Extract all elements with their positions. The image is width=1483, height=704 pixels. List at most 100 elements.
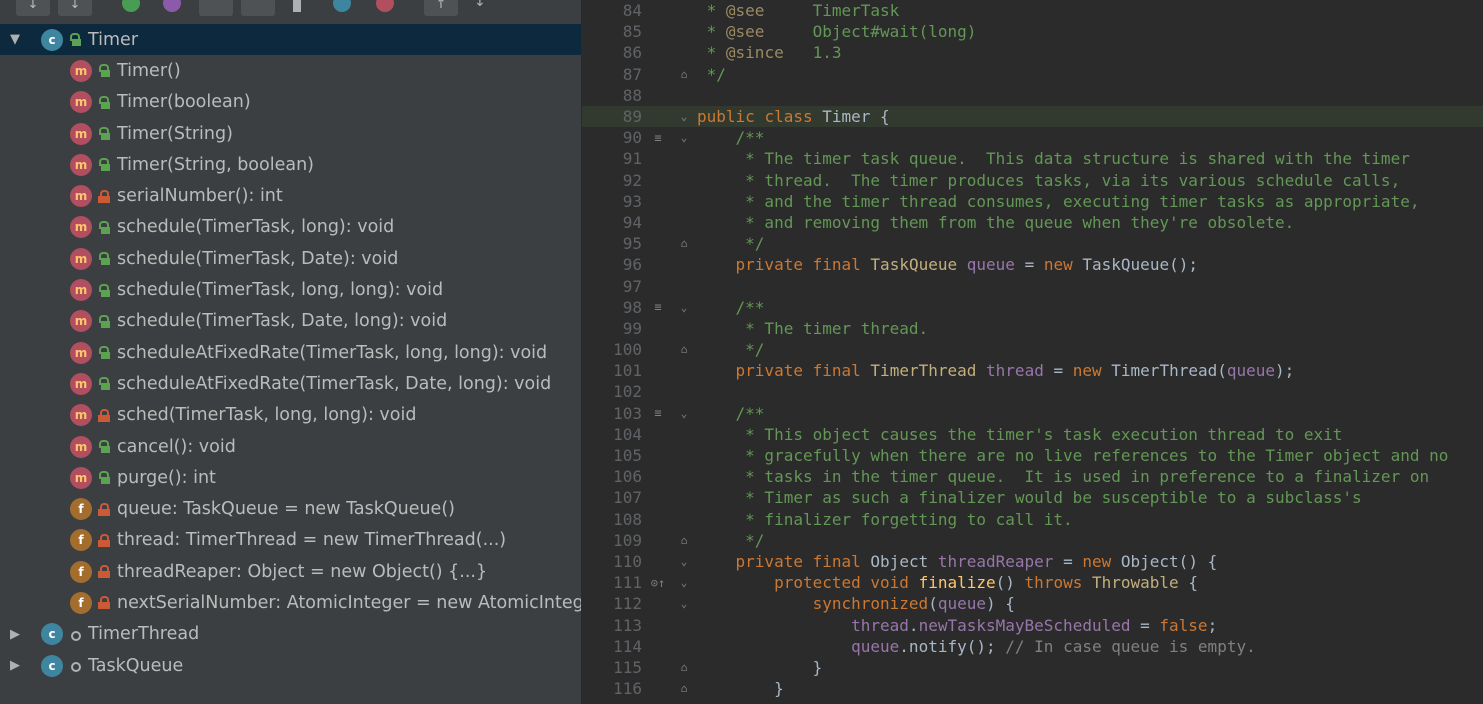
tree-item-label: TimerThread bbox=[88, 624, 200, 645]
method-icon: m bbox=[70, 404, 92, 427]
code-line[interactable]: 109 ⌂ */ bbox=[582, 530, 1483, 551]
code-text: * and the timer thread consumes, executi… bbox=[697, 191, 1420, 211]
code-line[interactable]: 115 ⌂ } bbox=[582, 657, 1483, 678]
code-line[interactable]: 113 thread.newTasksMayBeScheduled = fals… bbox=[582, 614, 1483, 635]
fold-icon[interactable]: ⌂ bbox=[674, 661, 694, 674]
code-line[interactable]: 105 * gracefully when there are no live … bbox=[582, 445, 1483, 466]
gutter-marker-icon[interactable]: ⊙↑ bbox=[642, 576, 674, 590]
fold-icon[interactable]: ⌄ bbox=[674, 597, 694, 610]
tree-item[interactable]: m sched(TimerTask, long, long): void bbox=[0, 400, 581, 431]
show-fields-icon[interactable] bbox=[122, 0, 140, 12]
tree-item[interactable]: m purge(): int bbox=[0, 462, 581, 493]
fold-icon[interactable]: ⌂ bbox=[674, 534, 694, 547]
code-line[interactable]: 87 ⌂ */ bbox=[582, 64, 1483, 85]
show-non-public-button[interactable] bbox=[241, 0, 275, 16]
gutter-marker-icon[interactable]: ≡ bbox=[642, 406, 674, 420]
tree-item[interactable]: m cancel(): void bbox=[0, 431, 581, 462]
code-line[interactable]: 98 ≡ ⌄ /** bbox=[582, 297, 1483, 318]
code-line[interactable]: 112 ⌄ synchronized(queue) { bbox=[582, 593, 1483, 614]
code-line[interactable]: 107 * Timer as such a finalizer would be… bbox=[582, 487, 1483, 508]
tree-item[interactable]: ▶ c TimerThread bbox=[0, 619, 581, 650]
autoscroll-to-source-icon[interactable] bbox=[333, 0, 351, 12]
code-line[interactable]: 86 * @since 1.3 bbox=[582, 42, 1483, 63]
tree-item-label: scheduleAtFixedRate(TimerTask, Date, lon… bbox=[117, 373, 552, 394]
tree-item[interactable]: m schedule(TimerTask, long, long): void bbox=[0, 274, 581, 305]
sort-alphabetically-button[interactable]: ↓ bbox=[58, 0, 92, 16]
code-text: private final TimerThread thread = new T… bbox=[735, 361, 1295, 381]
code-text: * and removing them from the queue when … bbox=[697, 212, 1295, 232]
line-number: 93 bbox=[622, 191, 642, 211]
chevron-down-icon[interactable]: ▼ bbox=[10, 32, 26, 47]
code-line[interactable]: 110 ⌄ private final Object threadReaper =… bbox=[582, 551, 1483, 572]
fold-icon[interactable]: ⌂ bbox=[674, 68, 694, 81]
code-line[interactable]: 116 ⌂ } bbox=[582, 678, 1483, 699]
code-line[interactable]: 97 bbox=[582, 275, 1483, 296]
tree-item[interactable]: m schedule(TimerTask, Date, long): void bbox=[0, 306, 581, 337]
autoscroll-from-source-icon[interactable] bbox=[376, 0, 394, 12]
tree-item[interactable]: m serialNumber(): int bbox=[0, 180, 581, 211]
chevron-right-icon[interactable]: ▶ bbox=[10, 627, 26, 642]
fold-icon[interactable]: ⌄ bbox=[674, 110, 694, 123]
collapse-all-icon[interactable]: ↓ bbox=[474, 0, 492, 12]
show-lambdas-icon[interactable] bbox=[293, 0, 301, 12]
tree-item[interactable]: m schedule(TimerTask, long): void bbox=[0, 212, 581, 243]
code-line[interactable]: 96 private final TaskQueue queue = new T… bbox=[582, 254, 1483, 275]
code-line[interactable]: 93 * and the timer thread consumes, exec… bbox=[582, 191, 1483, 212]
chevron-right-icon[interactable]: ▶ bbox=[10, 658, 26, 673]
fold-icon[interactable]: ⌄ bbox=[674, 576, 694, 589]
code-line[interactable]: 114 queue.notify(); // In case queue is … bbox=[582, 636, 1483, 657]
tree-item[interactable]: ▶ c TaskQueue bbox=[0, 650, 581, 681]
code-line[interactable]: 102 bbox=[582, 381, 1483, 402]
tree-item[interactable]: m scheduleAtFixedRate(TimerTask, Date, lo… bbox=[0, 368, 581, 399]
code-line[interactable]: 101 private final TimerThread thread = n… bbox=[582, 360, 1483, 381]
line-number: 99 bbox=[622, 318, 642, 338]
code-line[interactable]: 84 * @see TimerTask bbox=[582, 0, 1483, 21]
code-line[interactable]: 106 * tasks in the timer queue. It is us… bbox=[582, 466, 1483, 487]
sort-by-visibility-button[interactable]: ↓ bbox=[16, 0, 50, 16]
code-line[interactable]: 85 * @see Object#wait(long) bbox=[582, 21, 1483, 42]
gutter-marker-icon[interactable]: ≡ bbox=[642, 131, 674, 145]
code-line[interactable]: 94 * and removing them from the queue wh… bbox=[582, 212, 1483, 233]
code-line[interactable]: 99 * The timer thread. bbox=[582, 318, 1483, 339]
code-line[interactable]: 92 * thread. The timer produces tasks, v… bbox=[582, 170, 1483, 191]
tree-item[interactable]: m scheduleAtFixedRate(TimerTask, long, lo… bbox=[0, 337, 581, 368]
code-line[interactable]: 95 ⌂ */ bbox=[582, 233, 1483, 254]
fold-icon[interactable]: ⌂ bbox=[674, 237, 694, 250]
code-line[interactable]: 104 * This object causes the timer's tas… bbox=[582, 424, 1483, 445]
show-inherited-button[interactable] bbox=[199, 0, 233, 16]
tree-item[interactable]: m schedule(TimerTask, Date): void bbox=[0, 243, 581, 274]
tree-item[interactable]: m Timer(String) bbox=[0, 118, 581, 149]
tree-item[interactable]: m Timer(String, boolean) bbox=[0, 149, 581, 180]
tree-item[interactable]: f queue: TaskQueue = new TaskQueue() bbox=[0, 493, 581, 524]
code-line[interactable]: 100 ⌂ */ bbox=[582, 339, 1483, 360]
tree-item[interactable]: f nextSerialNumber: AtomicInteger = new A… bbox=[0, 587, 581, 618]
code-line[interactable]: 103 ≡ ⌄ /** bbox=[582, 403, 1483, 424]
expand-all-button[interactable]: ↑ bbox=[424, 0, 458, 16]
code-editor[interactable]: 84 * @see TimerTask 85 * @see Object#wait… bbox=[582, 0, 1483, 704]
code-line[interactable]: 89 ⌄ public class Timer { bbox=[582, 105, 1483, 128]
fold-icon[interactable]: ⌄ bbox=[674, 555, 694, 568]
code-text: */ bbox=[697, 234, 765, 254]
fold-icon[interactable]: ⌄ bbox=[674, 407, 694, 420]
lock-icon bbox=[98, 502, 110, 516]
fold-icon[interactable]: ⌂ bbox=[674, 682, 694, 695]
fold-icon[interactable]: ⌄ bbox=[674, 131, 694, 144]
code-line[interactable]: 111 ⊙↑ ⌄ protected void finalize() throws … bbox=[582, 572, 1483, 593]
code-line[interactable]: 91 * The timer task queue. This data str… bbox=[582, 148, 1483, 169]
tree-item[interactable]: ▼ c Timer bbox=[0, 24, 581, 56]
code-line[interactable]: 108 * finalizer forgetting to call it. bbox=[582, 509, 1483, 530]
line-number: 86 bbox=[622, 43, 642, 63]
code-text: * @since 1.3 bbox=[697, 43, 842, 63]
code-text: protected void finalize() throws Throwab… bbox=[774, 573, 1198, 593]
code-line[interactable]: 90 ≡ ⌄ /** bbox=[582, 127, 1483, 148]
tree-item[interactable]: f thread: TimerThread = new TimerThread(.… bbox=[0, 525, 581, 556]
fold-icon[interactable]: ⌄ bbox=[674, 301, 694, 314]
code-line[interactable]: 88 bbox=[582, 85, 1483, 106]
show-properties-icon[interactable] bbox=[163, 0, 181, 12]
gutter-marker-icon[interactable]: ≡ bbox=[642, 300, 674, 314]
tree-item[interactable]: f threadReaper: Object = new Object() {..… bbox=[0, 556, 581, 587]
tree-item[interactable]: m Timer() bbox=[0, 55, 581, 86]
lock-icon bbox=[98, 314, 110, 328]
tree-item[interactable]: m Timer(boolean) bbox=[0, 87, 581, 118]
fold-icon[interactable]: ⌂ bbox=[674, 343, 694, 356]
